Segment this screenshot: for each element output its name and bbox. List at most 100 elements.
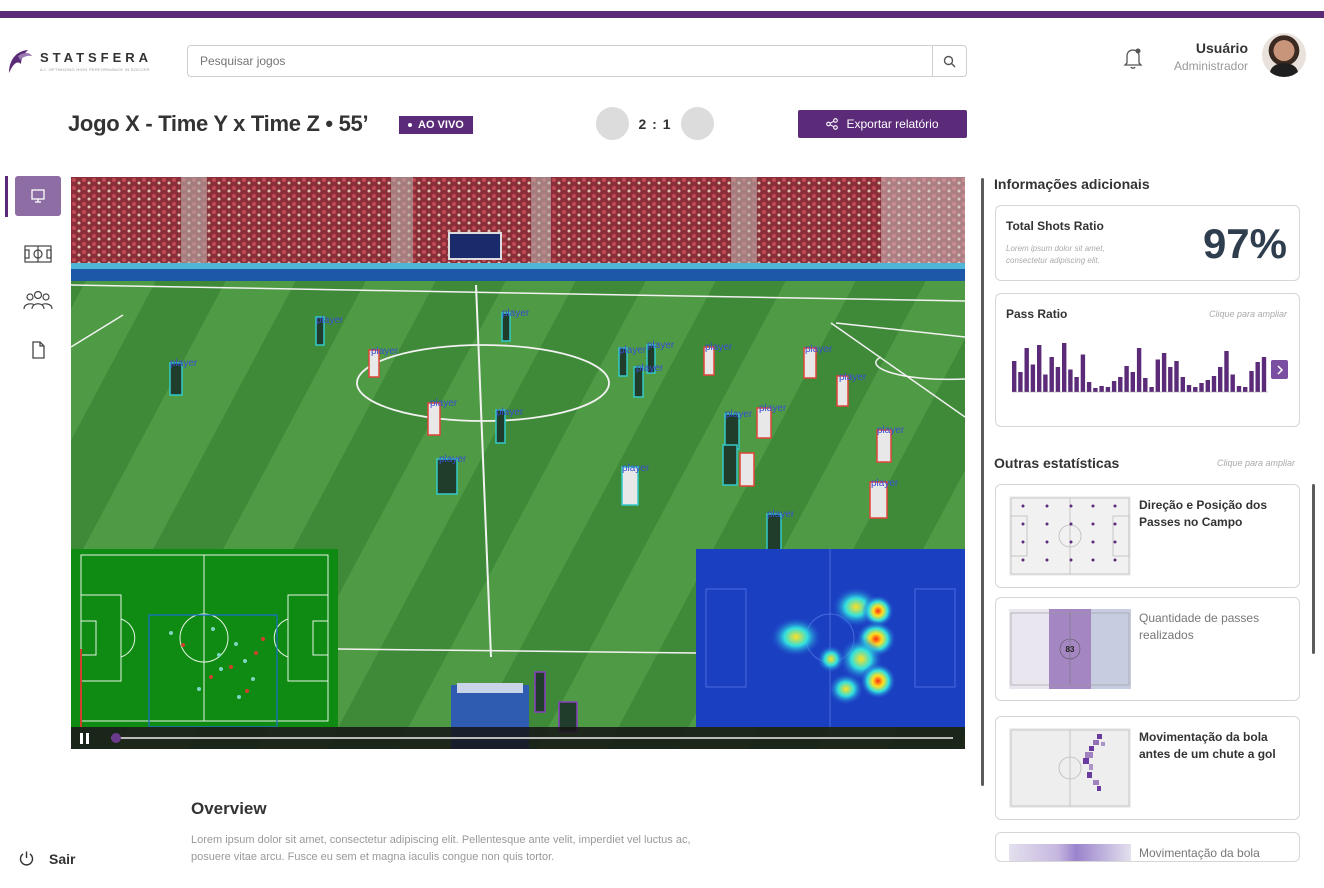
pass-bar bbox=[1030, 364, 1036, 392]
video-progress-track[interactable] bbox=[111, 737, 953, 739]
player-tag: player bbox=[316, 315, 344, 326]
field-icon bbox=[24, 245, 52, 263]
brand-top-bar bbox=[0, 11, 1324, 18]
pass-bar bbox=[1224, 351, 1229, 392]
stat-card-pass-count[interactable]: 83 Quantidade de passes realizados bbox=[995, 597, 1300, 701]
user-info[interactable]: Usuário Administrador bbox=[1150, 40, 1248, 73]
pass-next-button[interactable] bbox=[1271, 360, 1288, 379]
pass-bar bbox=[1055, 367, 1061, 392]
player-tag: player bbox=[371, 346, 399, 357]
pass-ratio-chart bbox=[1012, 343, 1268, 393]
live-status-label: AO VIVO bbox=[418, 119, 464, 131]
pass-bar bbox=[1155, 359, 1160, 392]
other-stats-expand-hint: Clique para ampliar bbox=[1217, 458, 1296, 468]
player-tag: player bbox=[877, 425, 905, 436]
stat-label-ball-movement-shot: Movimentação da bola antes de um chute a… bbox=[1139, 730, 1276, 761]
stat-label-pass-direction: Direção e Posição dos Passes no Campo bbox=[1139, 498, 1268, 529]
video-controls bbox=[71, 727, 965, 749]
monitor-icon bbox=[31, 189, 45, 203]
user-role: Administrador bbox=[1173, 59, 1248, 73]
pass-bar bbox=[1174, 361, 1179, 392]
avatar[interactable] bbox=[1262, 33, 1306, 77]
pass-bar bbox=[1049, 357, 1054, 392]
live-video-player[interactable]: player player player player player playe… bbox=[71, 177, 965, 749]
main-scrollbar[interactable] bbox=[981, 178, 984, 786]
player-tag: player bbox=[647, 340, 675, 351]
pass-bar bbox=[1074, 377, 1079, 392]
player-tag: player bbox=[839, 372, 867, 383]
pass-bar bbox=[1168, 367, 1173, 392]
player-tag: player bbox=[622, 463, 650, 474]
nav-item-field[interactable] bbox=[15, 234, 61, 274]
pass-bar bbox=[1018, 372, 1023, 392]
pass-bar bbox=[1193, 387, 1198, 392]
pass-bar bbox=[1012, 361, 1017, 392]
score-text: 2 : 1 bbox=[638, 115, 672, 132]
pass-bar bbox=[1199, 383, 1204, 392]
pass-ratio-card[interactable]: Pass Ratio Clique para ampliar bbox=[995, 293, 1300, 427]
sidebar-scrollbar[interactable] bbox=[1312, 484, 1315, 654]
scoreboard: 2 : 1 bbox=[596, 107, 714, 140]
pass-bar bbox=[1161, 353, 1167, 392]
pass-bar bbox=[1149, 387, 1154, 392]
away-team-badge bbox=[681, 107, 714, 140]
pass-bar bbox=[1261, 357, 1267, 392]
statsfera-logo[interactable]: STATSFERA A.I. OPTIMIZING HIGH PERFORMAN… bbox=[6, 46, 152, 76]
logout-button[interactable]: Sair bbox=[18, 850, 75, 867]
additional-info-title: Informações adicionais bbox=[994, 176, 1150, 192]
pause-button[interactable] bbox=[73, 727, 95, 749]
ball-movement-thumbnail bbox=[1009, 728, 1131, 808]
pass-bar bbox=[1211, 376, 1217, 392]
pass-bar bbox=[1230, 374, 1235, 392]
player-tag: player bbox=[759, 403, 787, 414]
player-tag: player bbox=[705, 342, 733, 353]
pass-bar bbox=[1180, 377, 1185, 392]
pass-bar bbox=[1124, 366, 1129, 392]
overview-text: Lorem ipsum dolor sit amet, consectetur … bbox=[191, 834, 691, 863]
pass-bar bbox=[1105, 387, 1111, 392]
search-bar bbox=[187, 45, 967, 77]
pass-bar bbox=[1037, 345, 1042, 392]
nav-item-reports[interactable] bbox=[15, 330, 61, 370]
search-input[interactable] bbox=[188, 46, 932, 76]
video-progress-handle[interactable] bbox=[111, 733, 122, 743]
player-tag: player bbox=[502, 308, 530, 319]
live-dot-icon bbox=[408, 123, 412, 127]
nav-item-team[interactable] bbox=[15, 280, 61, 320]
pass-title: Pass Ratio bbox=[1006, 307, 1068, 321]
pass-bar bbox=[1080, 354, 1086, 392]
other-stats-title: Outras estatísticas bbox=[994, 455, 1120, 471]
player-tag: player bbox=[619, 345, 647, 356]
search-icon bbox=[943, 55, 956, 67]
pass-bar bbox=[1136, 348, 1142, 392]
chevron-right-icon bbox=[1276, 364, 1283, 375]
player-tag: player bbox=[636, 363, 664, 374]
stat-label-pass-count: Quantidade de passes realizados bbox=[1139, 611, 1260, 642]
pass-bar bbox=[1186, 385, 1192, 392]
stat-card-ball-movement-shot[interactable]: Movimentação da bola antes de um chute a… bbox=[995, 716, 1300, 820]
pass-bar bbox=[1068, 369, 1073, 392]
stat-label-ball-movement: Movimentação da bola bbox=[1139, 846, 1260, 860]
power-icon bbox=[19, 851, 34, 866]
player-tag: player bbox=[805, 344, 833, 355]
stat-card-ball-movement[interactable]: Movimentação da bola bbox=[995, 832, 1300, 862]
page-title: Jogo X - Time Y x Time Z • 55’ bbox=[68, 111, 369, 136]
export-report-button[interactable]: Exportar relatório bbox=[798, 110, 967, 138]
nav-active-indicator bbox=[5, 176, 8, 217]
team-icon bbox=[23, 290, 53, 310]
shots-description: Lorem ipsum dolor sit amet, consectetur … bbox=[1006, 244, 1105, 265]
tactical-minimap bbox=[71, 549, 338, 727]
notification-bell-icon[interactable] bbox=[1122, 46, 1144, 70]
player-tag: player bbox=[430, 398, 458, 409]
pass-bar bbox=[1143, 378, 1148, 392]
total-shots-ratio-card: Total Shots Ratio Lorem ipsum dolor sit … bbox=[995, 205, 1300, 281]
pass-bar bbox=[1243, 387, 1248, 392]
pass-bar bbox=[1093, 388, 1098, 392]
stat-card-pass-direction[interactable]: Direção e Posição dos Passes no Campo bbox=[995, 484, 1300, 588]
player-tag: player bbox=[871, 478, 899, 489]
nav-item-live-video[interactable] bbox=[15, 176, 61, 216]
logo-name: STATSFERA bbox=[40, 50, 153, 65]
pass-direction-thumbnail bbox=[1009, 496, 1131, 576]
logo-tagline: A.I. OPTIMIZING HIGH PERFORMANCE IN SOCC… bbox=[40, 67, 150, 72]
search-button[interactable] bbox=[932, 46, 966, 76]
